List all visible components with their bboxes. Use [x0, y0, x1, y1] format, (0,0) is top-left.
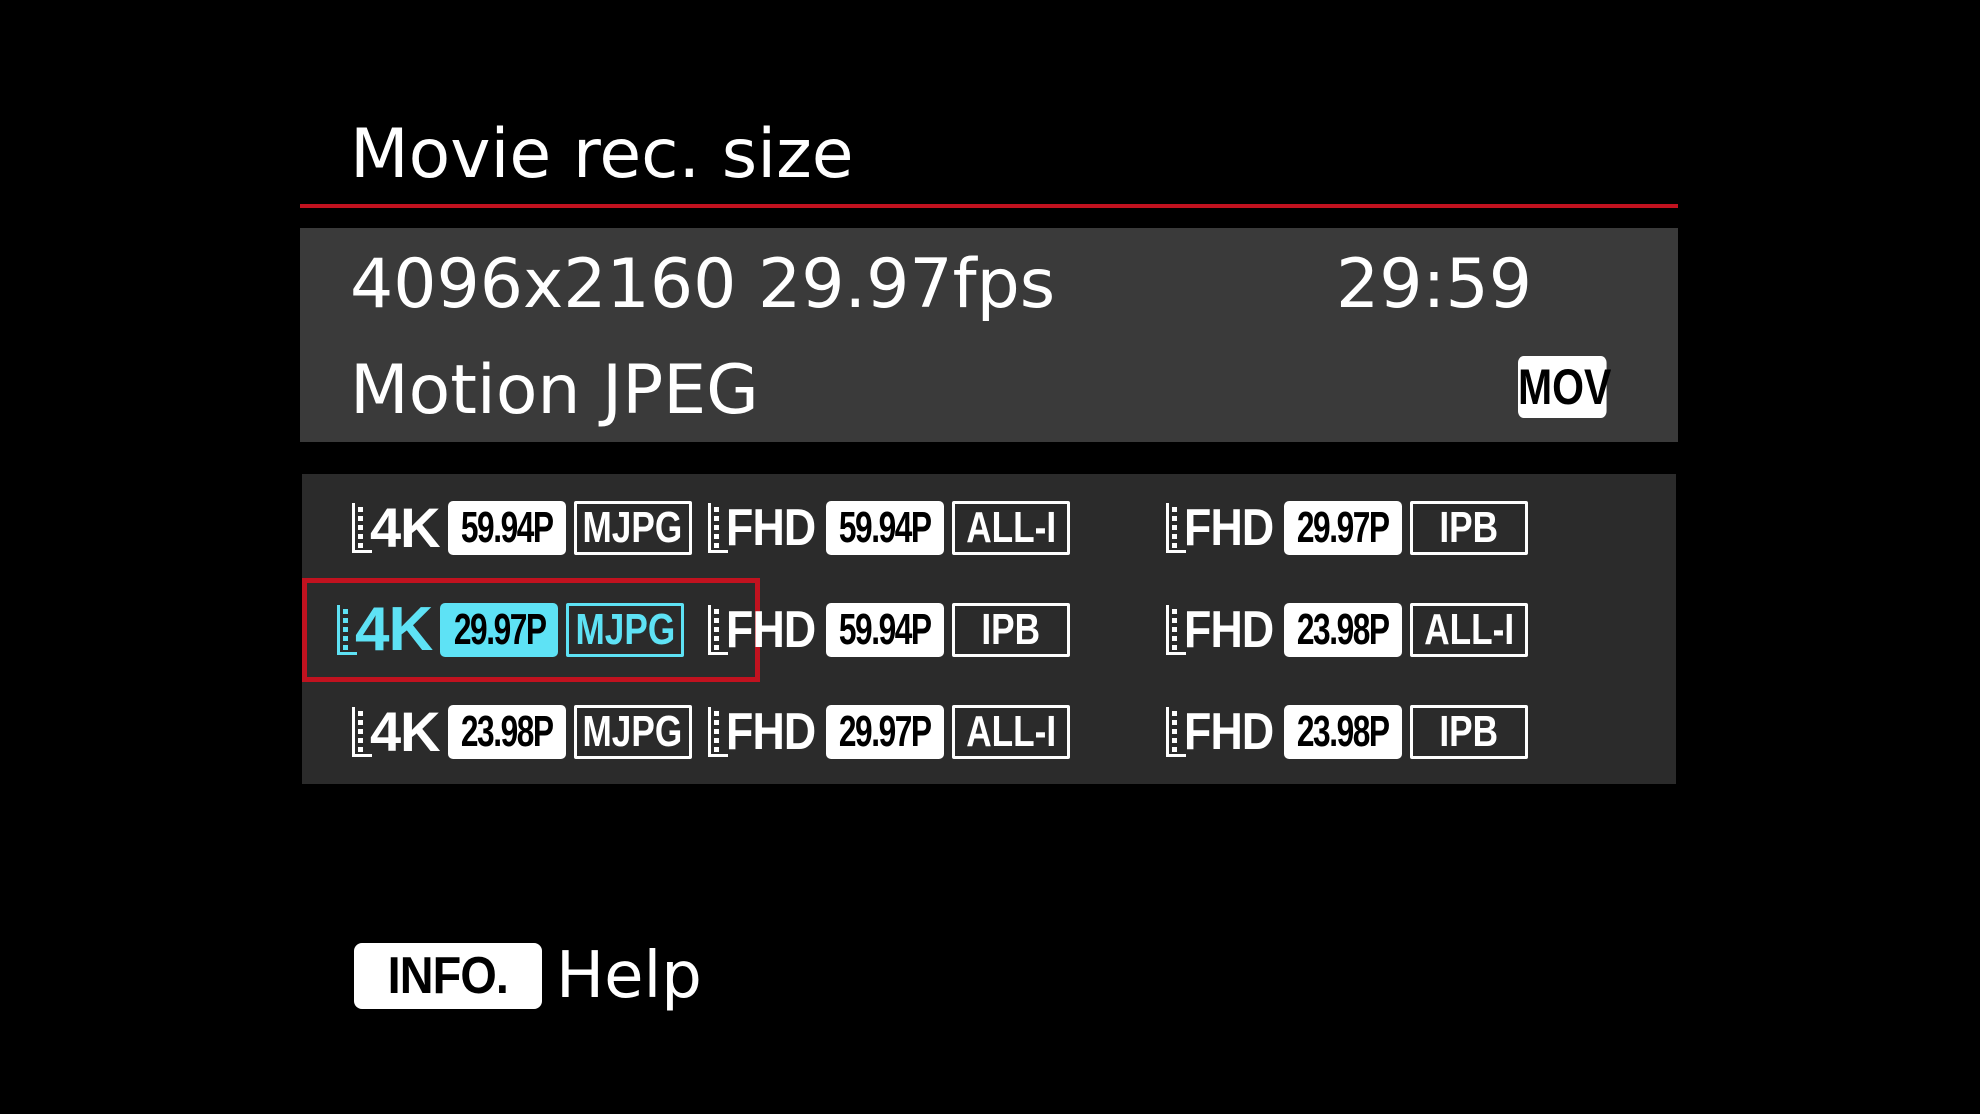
title-divider	[300, 204, 1678, 208]
resolution-label: FHD	[726, 499, 816, 557]
movie-size-option-fhd-23.98p-all-i[interactable]: FHD 23.98P ALL-I	[1160, 582, 1620, 678]
resolution-label: 4K	[370, 496, 441, 559]
movie-size-options-grid: 4K 59.94P MJPG FHD 59.94P ALL-I FHD 29.9…	[302, 474, 1676, 784]
film-frame-icon	[337, 605, 357, 655]
frame-rate-badge: 29.97P	[440, 603, 559, 657]
compression-badge: ALL-I	[1410, 603, 1528, 657]
resolution-label: FHD	[1184, 601, 1274, 659]
current-codec-text: Motion JPEG	[350, 351, 759, 430]
frame-rate-badge: 59.94P	[447, 501, 566, 555]
info-button[interactable]: INFO.	[354, 943, 542, 1009]
frame-rate-badge: 23.98P	[1284, 603, 1402, 657]
movie-size-option-fhd-29.97p-all-i[interactable]: FHD 29.97P ALL-I	[702, 684, 1152, 780]
movie-size-option-fhd-29.97p-ipb[interactable]: FHD 29.97P IPB	[1160, 480, 1620, 576]
compression-badge: MJPG	[573, 705, 692, 759]
frame-rate-badge: 59.94P	[826, 501, 944, 555]
help-label: Help	[556, 939, 702, 1013]
remaining-time-text: 29:59	[1336, 245, 1532, 324]
movie-size-option-4k-59.94p-mjpg[interactable]: 4K 59.94P MJPG	[302, 480, 692, 576]
movie-size-option-fhd-23.98p-ipb[interactable]: FHD 23.98P IPB	[1160, 684, 1620, 780]
film-frame-icon	[708, 605, 728, 655]
film-frame-icon	[708, 707, 728, 757]
movie-size-option-fhd-59.94p-all-i[interactable]: FHD 59.94P ALL-I	[702, 480, 1152, 576]
compression-badge: IPB	[952, 603, 1070, 657]
page-title: Movie rec. size	[350, 115, 854, 194]
resolution-label: FHD	[1184, 499, 1274, 557]
compression-badge: ALL-I	[952, 501, 1070, 555]
film-frame-icon	[708, 503, 728, 553]
help-hint: INFO. Help	[354, 936, 702, 1016]
compression-badge: MJPG	[566, 603, 685, 657]
film-frame-icon	[352, 503, 372, 553]
compression-badge: IPB	[1410, 705, 1528, 759]
compression-badge: ALL-I	[952, 705, 1070, 759]
resolution-label: FHD	[726, 601, 816, 659]
film-frame-icon	[1166, 707, 1186, 757]
container-format-badge: MOV	[1518, 356, 1611, 418]
movie-size-option-4k-29.97p-mjpg[interactable]: 4K 29.97P MJPG	[302, 578, 760, 682]
resolution-label: FHD	[1184, 703, 1274, 761]
current-resolution-text: 4096x2160 29.97fps	[350, 245, 1056, 324]
compression-badge: MJPG	[573, 501, 692, 555]
frame-rate-badge: 29.97P	[1284, 501, 1402, 555]
resolution-label: 4K	[355, 595, 433, 664]
film-frame-icon	[1166, 503, 1186, 553]
info-button-label: INFO.	[387, 947, 509, 1005]
frame-rate-badge: 29.97P	[826, 705, 944, 759]
movie-size-option-fhd-59.94p-ipb[interactable]: FHD 59.94P IPB	[702, 582, 1152, 678]
resolution-label: 4K	[370, 700, 441, 763]
film-frame-icon	[1166, 605, 1186, 655]
frame-rate-badge: 59.94P	[826, 603, 944, 657]
compression-badge: IPB	[1410, 501, 1528, 555]
frame-rate-badge: 23.98P	[1284, 705, 1402, 759]
frame-rate-badge: 23.98P	[447, 705, 566, 759]
current-setting-panel: 4096x2160 29.97fps 29:59 Motion JPEG MOV	[300, 228, 1678, 442]
resolution-label: FHD	[726, 703, 816, 761]
film-frame-icon	[352, 707, 372, 757]
movie-size-option-4k-23.98p-mjpg[interactable]: 4K 23.98P MJPG	[302, 684, 692, 780]
